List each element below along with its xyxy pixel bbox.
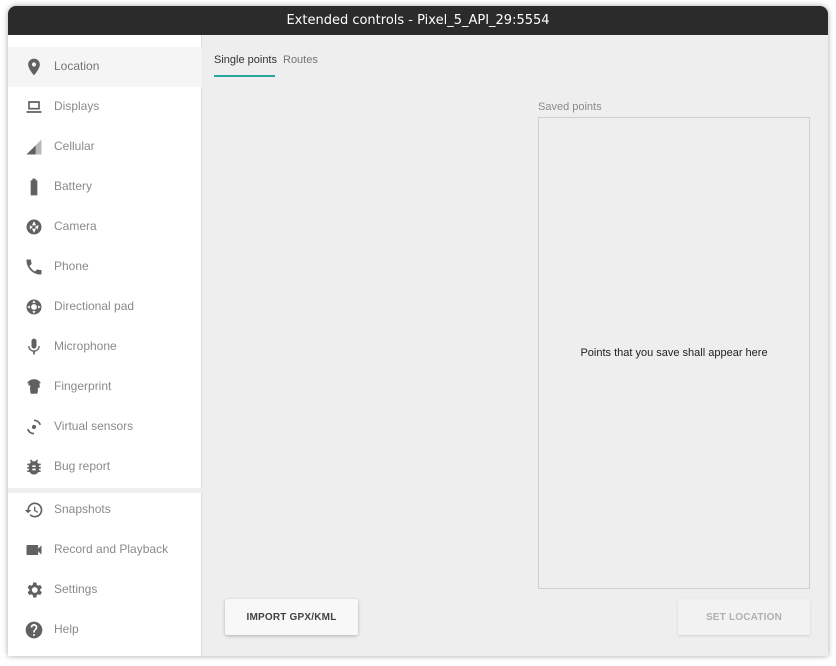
help-icon bbox=[24, 620, 44, 640]
microphone-icon bbox=[24, 337, 44, 357]
sidebar-item-label: Directional pad bbox=[54, 299, 135, 313]
sidebar-item-cellular[interactable]: Cellular bbox=[8, 127, 202, 167]
sidebar-item-phone[interactable]: Phone bbox=[8, 247, 202, 287]
tab-routes[interactable]: Routes bbox=[283, 54, 318, 74]
sidebar-item-label: Settings bbox=[54, 582, 98, 596]
sidebar-item-record-and-playback[interactable]: Record and Playback bbox=[8, 530, 202, 570]
sidebar-item-label: Bug report bbox=[54, 459, 111, 473]
display-icon bbox=[24, 97, 44, 117]
sidebar-item-location[interactable]: Location bbox=[8, 47, 202, 87]
sidebar-item-label: Location bbox=[54, 59, 100, 73]
set-location-button[interactable]: SET LOCATION bbox=[678, 599, 810, 635]
extended-controls-window: Extended controls - Pixel_5_API_29:5554 … bbox=[8, 6, 828, 656]
bug-icon bbox=[24, 457, 44, 477]
camera-aperture-icon bbox=[24, 217, 44, 237]
videocam-icon bbox=[24, 540, 44, 560]
battery-icon bbox=[24, 177, 44, 197]
saved-points-label: Saved points bbox=[538, 101, 602, 113]
sidebar-item-label: Fingerprint bbox=[54, 379, 112, 393]
history-icon bbox=[24, 500, 44, 520]
window-titlebar[interactable]: Extended controls - Pixel_5_API_29:5554 bbox=[8, 6, 828, 35]
tab-single-points[interactable]: Single points bbox=[214, 54, 277, 74]
fingerprint-icon bbox=[24, 377, 44, 397]
sidebar-item-label: Phone bbox=[54, 259, 89, 273]
rotation-icon bbox=[24, 417, 44, 437]
sidebar-item-bug-report[interactable]: Bug report bbox=[8, 447, 202, 487]
sidebar: Location Displays Cellular Battery Camer… bbox=[8, 35, 202, 656]
signal-icon bbox=[24, 137, 44, 157]
import-gpx-kml-button[interactable]: IMPORT GPX/KML bbox=[225, 599, 358, 635]
sidebar-item-label: Cellular bbox=[54, 139, 95, 153]
sidebar-item-directional-pad[interactable]: Directional pad bbox=[8, 287, 202, 327]
window-title: Extended controls - Pixel_5_API_29:5554 bbox=[286, 13, 550, 28]
sidebar-item-help[interactable]: Help bbox=[8, 610, 202, 650]
sidebar-item-settings[interactable]: Settings bbox=[8, 570, 202, 610]
sidebar-item-camera[interactable]: Camera bbox=[8, 207, 202, 247]
phone-icon bbox=[24, 257, 44, 277]
sidebar-item-label: Battery bbox=[54, 179, 93, 193]
sidebar-item-label: Microphone bbox=[54, 339, 117, 353]
sidebar-item-label: Help bbox=[54, 622, 79, 636]
sidebar-item-virtual-sensors[interactable]: Virtual sensors bbox=[8, 407, 202, 447]
saved-points-list[interactable]: Points that you save shall appear here bbox=[538, 117, 810, 589]
saved-points-empty-message: Points that you save shall appear here bbox=[580, 347, 768, 359]
sidebar-item-snapshots[interactable]: Snapshots bbox=[8, 490, 202, 530]
sidebar-item-fingerprint[interactable]: Fingerprint bbox=[8, 367, 202, 407]
gear-icon bbox=[24, 580, 44, 600]
sidebar-item-displays[interactable]: Displays bbox=[8, 87, 202, 127]
location-pin-icon bbox=[24, 57, 44, 77]
sidebar-item-label: Snapshots bbox=[54, 502, 111, 516]
dpad-icon bbox=[24, 297, 44, 317]
sidebar-item-label: Camera bbox=[54, 219, 97, 233]
sidebar-item-label: Record and Playback bbox=[54, 542, 169, 556]
active-tab-indicator bbox=[214, 75, 275, 77]
sidebar-item-label: Displays bbox=[54, 99, 100, 113]
sidebar-item-microphone[interactable]: Microphone bbox=[8, 327, 202, 367]
location-panel: Single points Routes Saved points Points… bbox=[203, 35, 828, 656]
sidebar-item-label: Virtual sensors bbox=[54, 419, 134, 433]
sidebar-item-battery[interactable]: Battery bbox=[8, 167, 202, 207]
